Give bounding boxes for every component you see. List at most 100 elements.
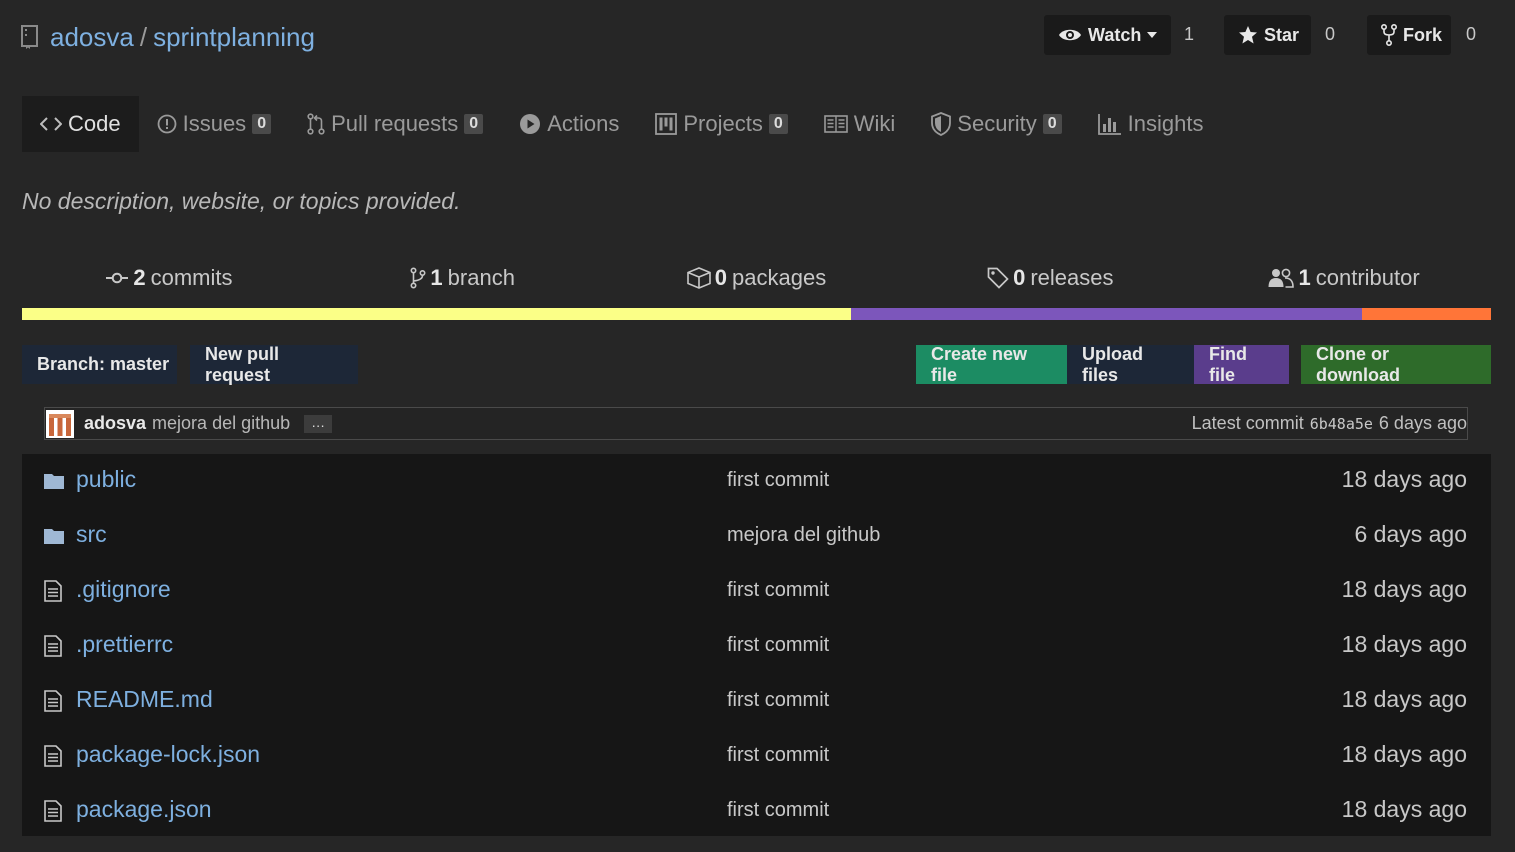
file-icon [44, 635, 62, 657]
file-name-link[interactable]: package-lock.json [76, 741, 260, 768]
latest-commit-info: Latest commit 6b48a5e 6 days ago [1192, 413, 1467, 434]
find-file-button[interactable]: Find file [1194, 344, 1289, 385]
fork-icon [1381, 24, 1403, 46]
file-row: package.json first commit 18 days ago [22, 784, 1491, 839]
watch-count[interactable]: 1 [1184, 24, 1194, 45]
commit-icon [105, 271, 129, 285]
branch-prefix: Branch: [37, 354, 106, 374]
releases-link[interactable]: 0 releases [903, 258, 1197, 298]
file-row: README.md first commit 18 days ago [22, 674, 1491, 729]
file-commit-message-link[interactable]: first commit [727, 634, 829, 657]
file-commit-message-link[interactable]: first commit [727, 469, 829, 492]
branch-icon [410, 267, 426, 289]
tab-security[interactable]: Security 0 [913, 96, 1079, 152]
tab-code[interactable]: Code [22, 96, 139, 152]
branch-select-button[interactable]: Branch: master [22, 345, 177, 384]
tab-label: Actions [547, 111, 620, 136]
repo-owner-link[interactable]: adosva [50, 22, 134, 53]
create-new-file-button[interactable]: Create new file [916, 344, 1067, 385]
packages-count: 0 [714, 265, 728, 290]
packages-link[interactable]: 0 packages [610, 258, 904, 298]
tab-label: Code [68, 111, 121, 136]
branch-name: master [110, 354, 170, 374]
upload-files-button[interactable]: Upload files [1067, 344, 1194, 385]
file-name-link[interactable]: .prettierrc [76, 631, 173, 658]
tab-count: 0 [768, 114, 788, 134]
issue-icon [157, 114, 183, 134]
file-commit-age: 6 days ago [1354, 521, 1467, 547]
tab-projects[interactable]: Projects 0 [637, 96, 805, 152]
contributors-label: contributor [1315, 265, 1420, 290]
file-commit-age: 18 days ago [1341, 631, 1467, 657]
tab-label: Security [957, 111, 1037, 136]
tab-pull-requests[interactable]: Pull requests 0 [289, 96, 501, 152]
graph-icon [1097, 113, 1128, 135]
new-pull-request-button[interactable]: New pull request [190, 344, 358, 385]
star-button[interactable]: Star [1224, 15, 1311, 55]
language-segment-1[interactable] [22, 308, 851, 320]
tab-label: Projects [683, 111, 763, 136]
folder-icon [44, 473, 64, 489]
commit-author-link[interactable]: adosva [84, 413, 146, 434]
language-bar[interactable] [22, 308, 1491, 320]
file-commit-message-link[interactable]: first commit [727, 799, 829, 822]
commits-count: 2 [133, 265, 146, 290]
star-label: Star [1264, 24, 1300, 45]
latest-commit-bar: adosva mejora del github … Latest commit… [44, 407, 1468, 440]
tab-label: Pull requests [331, 111, 459, 136]
fork-button[interactable]: Fork [1367, 15, 1451, 55]
file-commit-message-link[interactable]: first commit [727, 744, 829, 767]
watch-button[interactable]: Watch [1044, 15, 1171, 55]
tab-issues[interactable]: Issues 0 [139, 96, 290, 152]
repo-separator: / [139, 21, 148, 52]
file-commit-age: 18 days ago [1341, 796, 1467, 822]
commits-label: commits [150, 265, 233, 290]
commit-message-link[interactable]: mejora del github [152, 413, 290, 434]
file-row: src mejora del github 6 days ago [22, 509, 1491, 564]
file-name-link[interactable]: README.md [76, 686, 213, 713]
code-icon [40, 117, 68, 131]
file-name-link[interactable]: src [76, 521, 107, 548]
commit-expand-button[interactable]: … [304, 414, 333, 433]
star-count[interactable]: 0 [1325, 24, 1335, 45]
file-name-link[interactable]: .gitignore [76, 576, 171, 603]
file-icon [44, 580, 62, 602]
tab-count: 0 [252, 114, 272, 134]
tab-actions[interactable]: Actions [501, 96, 637, 152]
language-segment-3[interactable] [1361, 308, 1491, 320]
contributors-link[interactable]: 1 contributor [1197, 258, 1491, 298]
language-segment-2[interactable] [850, 308, 1362, 320]
tab-count: 0 [1042, 114, 1062, 134]
eye-icon [1058, 26, 1088, 44]
tab-label: Insights [1127, 111, 1204, 136]
file-name-link[interactable]: package.json [76, 796, 212, 823]
file-commit-message-link[interactable]: first commit [727, 579, 829, 602]
file-icon [44, 690, 62, 712]
shield-icon [931, 112, 957, 136]
watch-label: Watch [1088, 24, 1142, 45]
file-commit-message-link[interactable]: first commit [727, 689, 829, 712]
avatar[interactable] [46, 409, 74, 438]
file-commit-message-link[interactable]: mejora del github [727, 524, 880, 547]
book-icon [823, 115, 854, 133]
file-commit-age: 18 days ago [1341, 576, 1467, 602]
tab-insights[interactable]: Insights [1080, 96, 1222, 152]
pull-request-icon [307, 113, 331, 135]
file-name-link[interactable]: public [76, 466, 136, 493]
clone-or-download-button[interactable]: Clone or download [1301, 344, 1491, 385]
fork-count[interactable]: 0 [1466, 24, 1476, 45]
repo-name-link[interactable]: sprintplanning [153, 22, 315, 53]
commits-link[interactable]: 2 commits [22, 258, 316, 298]
file-row: package-lock.json first commit 18 days ago [22, 729, 1491, 784]
file-list: public first commit 18 days ago src mejora d… [22, 454, 1491, 836]
commit-age: 6 days ago [1378, 413, 1467, 433]
commit-sha-link[interactable]: 6b48a5e [1310, 415, 1373, 433]
contributors-count: 1 [1298, 265, 1311, 290]
tab-wiki[interactable]: Wiki [806, 96, 914, 152]
branches-link[interactable]: 1 branch [316, 258, 610, 298]
tab-count: 0 [464, 114, 484, 134]
file-row: .prettierrc first commit 18 days ago [22, 619, 1491, 674]
play-icon [519, 113, 547, 135]
folder-icon [44, 528, 64, 544]
package-icon [686, 267, 711, 289]
